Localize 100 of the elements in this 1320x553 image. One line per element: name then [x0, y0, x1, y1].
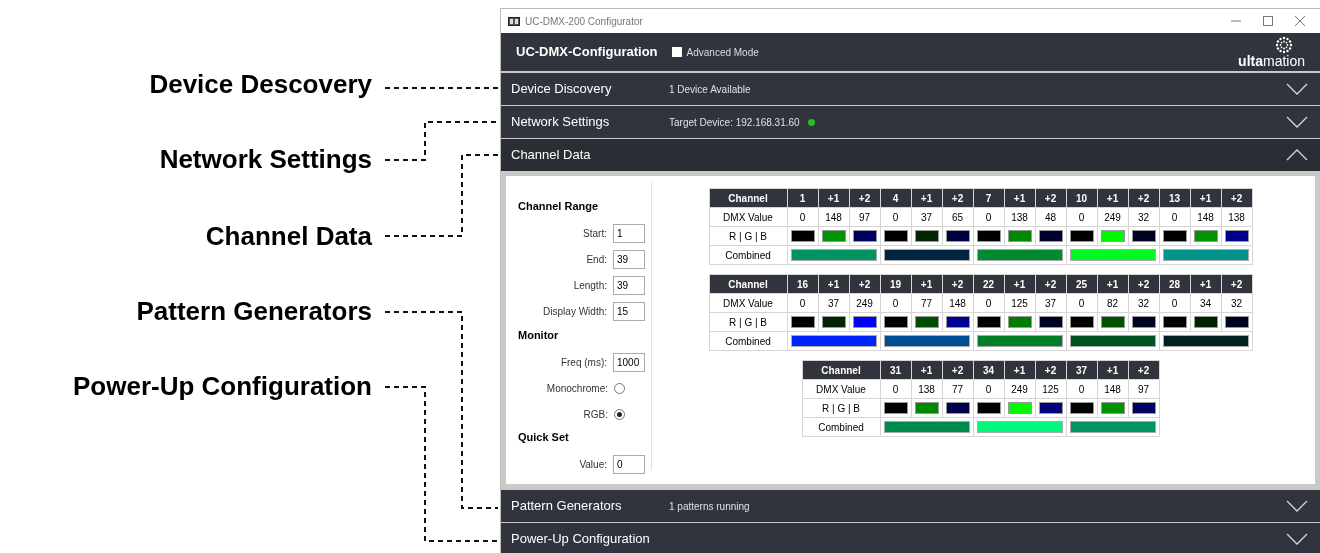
section-header[interactable]: Channel Data: [501, 139, 1320, 171]
column-header: +2: [942, 188, 973, 208]
chevron-down-icon[interactable]: [1286, 533, 1308, 545]
table-cell: 82: [1097, 293, 1128, 313]
section-header[interactable]: Device Discovery 1 Device Available: [501, 73, 1320, 105]
table-cell: 125: [1004, 293, 1035, 313]
table-cell: 65: [942, 207, 973, 227]
checkbox[interactable]: [671, 47, 682, 57]
column-header: 34: [973, 360, 1004, 380]
section-status: 1 Device Available: [669, 82, 751, 97]
column-header: 37: [1066, 360, 1097, 380]
column-header: 1: [787, 188, 818, 208]
table-cell: 0: [973, 293, 1004, 313]
row-header: DMX Value: [802, 379, 880, 399]
table-cell: 0: [1066, 207, 1097, 227]
row-header: DMX Value: [709, 207, 787, 227]
column-header: +1: [911, 274, 942, 294]
table-cell: 249: [1004, 379, 1035, 399]
section-status: Target Device: 192.168.31.60: [669, 115, 800, 130]
field-label: RGB:: [583, 407, 608, 422]
maximize-icon[interactable]: [1263, 16, 1273, 26]
input-field[interactable]: 0: [613, 455, 645, 474]
row-header: R | G | B: [802, 398, 880, 418]
input-field[interactable]: 1000: [613, 352, 645, 372]
table-cell: 0: [1159, 293, 1190, 313]
table-cell: 138: [911, 379, 942, 399]
section-title: Channel Data: [511, 146, 592, 165]
starburst-logo-icon: [1273, 36, 1295, 54]
table-cell: 37: [911, 207, 942, 227]
chevron-down-icon[interactable]: [1286, 83, 1308, 95]
group-title: Monitor: [518, 327, 560, 343]
input-field[interactable]: 39: [613, 250, 645, 269]
column-header: +1: [1097, 360, 1128, 380]
column-header: +2: [849, 188, 880, 208]
table-cell: 0: [880, 207, 911, 227]
column-header: +2: [942, 360, 973, 380]
column-header: +2: [849, 274, 880, 294]
row-header: Channel: [802, 360, 880, 380]
column-header: +1: [1004, 188, 1035, 208]
column-header: +1: [911, 188, 942, 208]
section-header[interactable]: Network Settings Target Device: 192.168.31.60: [501, 106, 1320, 138]
table-cell: 37: [1035, 293, 1066, 313]
input-field[interactable]: 39: [613, 276, 645, 295]
column-header: +2: [1128, 274, 1159, 294]
column-header: 4: [880, 188, 911, 208]
column-header: +2: [1035, 274, 1066, 294]
table-cell: 148: [1190, 207, 1221, 227]
column-header: 22: [973, 274, 1004, 294]
table-cell: 0: [973, 207, 1004, 227]
column-header: +1: [1190, 274, 1221, 294]
table-cell: 48: [1035, 207, 1066, 227]
column-header: +2: [1221, 274, 1252, 294]
table-cell: 138: [1221, 207, 1252, 227]
column-header: +2: [1128, 188, 1159, 208]
section-title: Network Settings: [511, 113, 611, 132]
section-header[interactable]: Pattern Generators 1 patterns running: [501, 490, 1320, 522]
column-header: +2: [1035, 360, 1066, 380]
table-cell: 0: [787, 293, 818, 313]
table-cell: 32: [1128, 293, 1159, 313]
section-title: Pattern Generators: [511, 497, 623, 516]
section-header[interactable]: Power-Up Configuration: [501, 523, 1320, 553]
close-icon[interactable]: [1295, 16, 1305, 26]
column-header: +1: [911, 360, 942, 380]
table-cell: 148: [818, 207, 849, 227]
table-cell: 0: [1159, 207, 1190, 227]
group-title: Quick Set: [518, 430, 570, 445]
table-cell: 77: [911, 293, 942, 313]
table-cell: 138: [1004, 207, 1035, 227]
row-header: R | G | B: [709, 312, 787, 332]
field-label: Value:: [579, 458, 607, 472]
column-header: 19: [880, 274, 911, 294]
logo-text: ultamation: [1238, 54, 1305, 68]
column-header: +2: [942, 274, 973, 294]
group-title: Channel Range: [518, 199, 600, 214]
row-header: Combined: [802, 417, 880, 437]
radio-button[interactable]: [614, 382, 625, 394]
input-field[interactable]: 15: [613, 302, 645, 321]
annotation-label: Device Descovery: [149, 69, 372, 99]
table-cell: 32: [1128, 207, 1159, 227]
column-header: 25: [1066, 274, 1097, 294]
radio-button[interactable]: [614, 408, 625, 420]
chevron-down-icon[interactable]: [1286, 116, 1308, 128]
column-header: +1: [1190, 188, 1221, 208]
column-header: 7: [973, 188, 1004, 208]
column-header: 28: [1159, 274, 1190, 294]
table-cell: 32: [1221, 293, 1252, 313]
table-cell: 0: [787, 207, 818, 227]
chevron-down-icon[interactable]: [1286, 500, 1308, 512]
row-header: Combined: [709, 331, 787, 351]
column-header: +1: [1004, 360, 1035, 380]
section-status: 1 patterns running: [669, 499, 750, 514]
column-header: +1: [1097, 188, 1128, 208]
chevron-up-icon[interactable]: [1286, 149, 1308, 161]
table-cell: 97: [1128, 379, 1159, 399]
input-field[interactable]: 1: [613, 224, 645, 243]
table-cell: 0: [880, 293, 911, 313]
window-title: UC-DMX-200 Configurator: [525, 14, 643, 29]
annotation-label: Channel Data: [205, 221, 372, 251]
table-cell: 97: [849, 207, 880, 227]
column-header: +2: [1128, 360, 1159, 380]
